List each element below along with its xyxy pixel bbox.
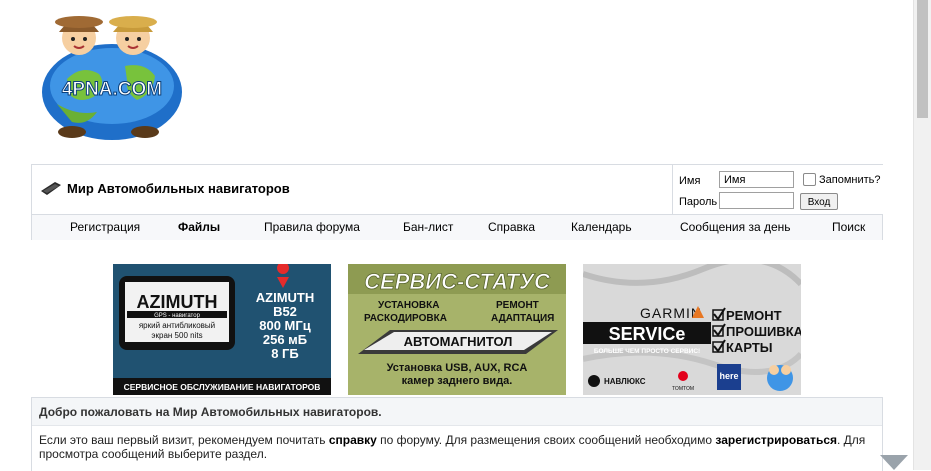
login-button[interactable]: Вход <box>800 193 838 210</box>
navlux-logo-icon <box>588 375 600 387</box>
scrollbar-thumb[interactable] <box>917 0 928 118</box>
garmin-brand: GARMIN <box>640 305 702 321</box>
welcome-text-1: Если это ваш первый визит, рекомендуем п… <box>39 433 329 447</box>
nav-search[interactable]: Поиск <box>832 220 865 234</box>
password-label: Пароль <box>679 196 718 208</box>
azimuth-screen-1: яркий антибликовый <box>139 321 215 330</box>
welcome-box: Добро пожаловать на Мир Автомобильных на… <box>31 397 883 471</box>
nav-help[interactable]: Справка <box>488 220 535 234</box>
azimuth-brand: AZIMUTH <box>137 292 218 312</box>
service-item-3: РАСКОДИРОВКА <box>364 313 447 324</box>
service-line-2: камер заднего вида. <box>402 375 513 387</box>
page-scrollbar[interactable] <box>913 0 931 470</box>
nav-rules[interactable]: Правила форума <box>264 220 360 234</box>
remember-label: Запомнить? <box>819 174 881 186</box>
username-input[interactable] <box>719 171 794 188</box>
welcome-text-2: по форуму. Для размещения своих сообщени… <box>376 433 716 447</box>
garmin-check-3: КАРТЫ <box>726 340 773 355</box>
garmin-logo-1: НАВЛЮКС <box>604 377 646 386</box>
service-status-title: СЕРВИС-СТАТУС <box>364 269 551 294</box>
banner-azimuth[interactable]: AZIMUTH GPS - навигатор яркий антибликов… <box>113 264 331 395</box>
azimuth-screen-2: экран 500 nits <box>151 331 202 340</box>
username-label: Имя <box>679 175 701 187</box>
welcome-text: Если это ваш первый визит, рекомендуем п… <box>39 433 874 461</box>
register-link[interactable]: зарегистрироваться <box>715 433 837 447</box>
forum-title[interactable]: Мир Автомобильных навигаторов <box>67 181 290 196</box>
service-item-2: РЕМОНТ <box>496 300 539 311</box>
password-input[interactable] <box>719 192 794 209</box>
service-item-1: УСТАНОВКА <box>378 300 439 311</box>
navigator-device-icon <box>41 182 61 195</box>
service-line-1: Установка USB, AUX, RCA <box>387 362 528 374</box>
banner-service-status[interactable]: СЕРВИС-СТАТУС УСТАНОВКА РЕМОНТ РАСКОДИРО… <box>348 264 566 395</box>
login-form: Имя Запомнить? Пароль Вход <box>672 165 883 214</box>
nav-register[interactable]: Регистрация <box>70 220 140 234</box>
azimuth-tagline: GPS - навигатор <box>154 313 200 319</box>
tomtom-logo-icon <box>678 371 688 381</box>
forum-header: Мир Автомобильных навигаторов Имя Запомн… <box>31 164 883 240</box>
nav-calendar[interactable]: Календарь <box>571 220 632 234</box>
nav-banlist[interactable]: Бан-лист <box>403 220 453 234</box>
garmin-check-1: РЕМОНТ <box>726 308 782 323</box>
azimuth-model-2: B52 <box>273 304 297 319</box>
logo-text: 4PNA.COM <box>62 79 162 100</box>
azimuth-spec-3: 8 ГБ <box>271 346 299 361</box>
garmin-logo-2: TOMTOM <box>672 386 694 392</box>
garmin-check-2: ПРОШИВКА <box>726 324 801 339</box>
azimuth-model: AZIMUTH <box>256 290 315 305</box>
nav-todays-posts[interactable]: Сообщения за день <box>680 220 791 234</box>
azimuth-spec-2: 256 мБ <box>263 332 307 347</box>
welcome-title: Добро пожаловать на Мир Автомобильных на… <box>39 405 382 419</box>
remember-checkbox[interactable] <box>803 173 816 186</box>
azimuth-footer: СЕРВИСНОЕ ОБСЛУЖИВАНИЕ НАВИГАТОРОВ <box>124 382 321 392</box>
nav-files[interactable]: Файлы <box>178 220 220 234</box>
azimuth-spec-1: 800 МГц <box>259 318 311 333</box>
navbar: Регистрация Файлы Правила форума Бан-лис… <box>32 214 882 240</box>
site-logo[interactable]: 4PNA.COM <box>37 4 187 144</box>
garmin-logo-3: here <box>719 371 738 381</box>
scroll-down-icon[interactable] <box>880 455 908 470</box>
banner-garmin[interactable]: GARMIN SERVICe БОЛЬШЕ ЧЕМ ПРОСТО СЕРВИС!… <box>583 264 801 395</box>
help-link[interactable]: справку <box>329 433 377 447</box>
service-item-4: АДАПТАЦИЯ <box>491 313 554 324</box>
garmin-service: SERVICe <box>609 324 686 344</box>
service-band: АВТОМАГНИТОЛ <box>404 334 513 349</box>
